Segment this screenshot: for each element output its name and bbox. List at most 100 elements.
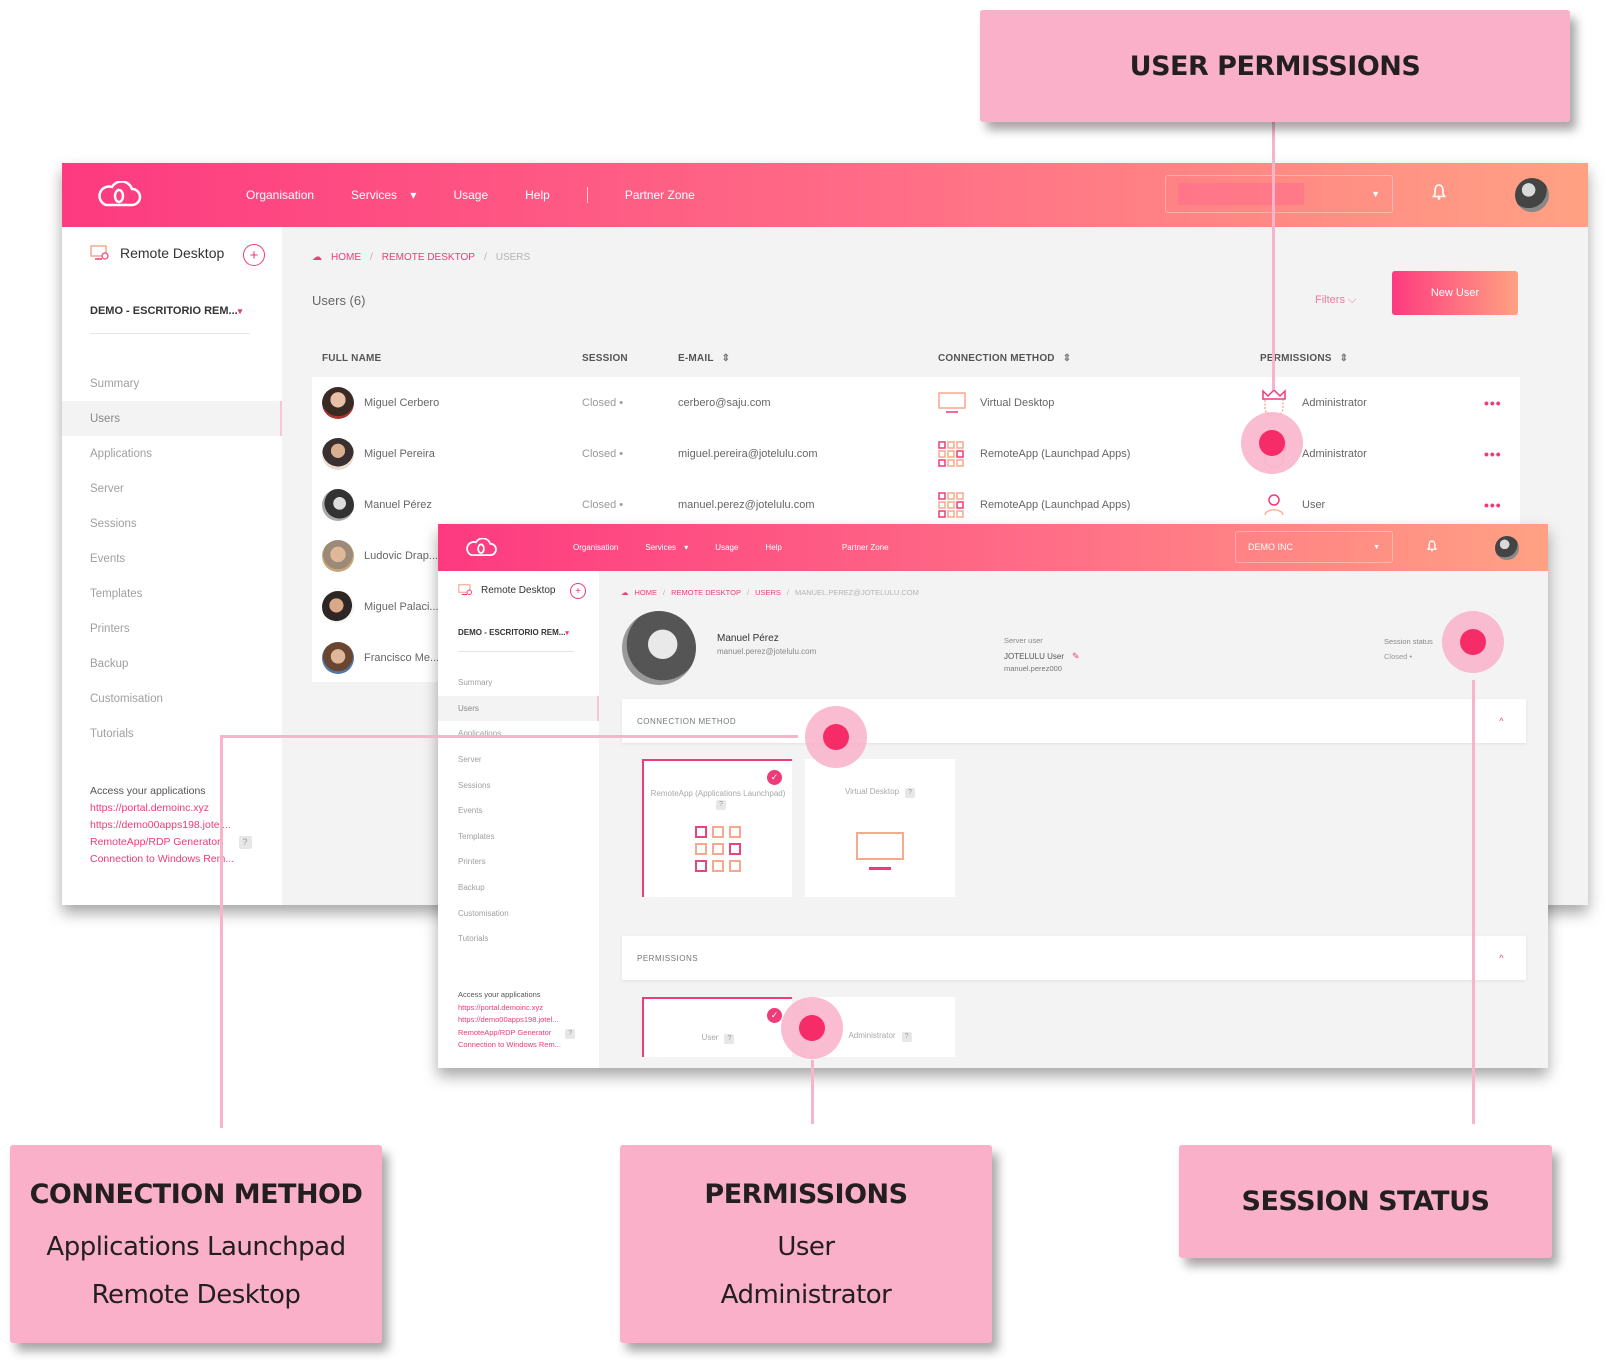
sidebar-item-tutorials[interactable]: Tutorials (438, 926, 599, 952)
permission-option-user[interactable]: ✓ User? (642, 997, 792, 1057)
project-selector[interactable]: DEMO - ESCRITORIO REM...▾ (458, 628, 569, 637)
table-row[interactable]: Miguel Cerbero Closed • cerbero@saju.com… (312, 377, 1520, 428)
nav-usage[interactable]: Usage (453, 188, 488, 202)
nav-services[interactable]: Services ▾ (351, 188, 416, 202)
sidebar-item-events[interactable]: Events (62, 541, 282, 576)
add-service-button[interactable]: + (570, 583, 586, 599)
help-icon[interactable]: ? (724, 1034, 735, 1044)
breadcrumb-separator: / (663, 588, 666, 597)
connection-option-virtual-desktop[interactable]: Virtual Desktop? (805, 759, 955, 897)
sidebar-item-templates[interactable]: Templates (438, 824, 599, 850)
add-service-button[interactable]: + (243, 244, 265, 266)
help-icon[interactable]: ? (565, 1028, 576, 1039)
avatar (322, 386, 354, 419)
connection-option-remoteapp[interactable]: ✓ RemoteApp (Applications Launchpad)? (642, 759, 792, 897)
breadcrumb-users: USERS (495, 252, 531, 263)
nav-partner-zone[interactable]: Partner Zone (625, 188, 695, 202)
callout-session-status: SESSION STATUS (1179, 1145, 1552, 1258)
option-label-text: Administrator (848, 1031, 896, 1040)
apps-link[interactable]: https://demo00apps198.jotel... (90, 817, 280, 834)
rdp-generator-link[interactable]: RemoteApp/RDP Generator (458, 1028, 551, 1037)
new-user-button[interactable]: New User (1392, 271, 1518, 315)
nav-help[interactable]: Help (765, 543, 781, 552)
callout-line: Administrator (720, 1279, 892, 1310)
bell-icon[interactable] (1432, 184, 1446, 205)
more-options-icon[interactable]: ••• (1484, 446, 1502, 462)
connection-method: Virtual Desktop (980, 396, 1055, 409)
more-options-icon[interactable]: ••• (1484, 497, 1502, 513)
nav-services-label: Services (645, 543, 677, 552)
sidebar-item-server[interactable]: Server (62, 471, 282, 506)
column-header-connection-method[interactable]: CONNECTION METHOD ⇕ (938, 353, 1071, 364)
user-avatar[interactable] (1515, 178, 1549, 212)
sidebar-item-users[interactable]: Users (62, 401, 282, 436)
nav-usage[interactable]: Usage (715, 543, 738, 552)
breadcrumb-home[interactable]: HOME (331, 252, 361, 263)
breadcrumb-remote-desktop[interactable]: REMOTE DESKTOP (382, 252, 475, 263)
sidebar-item-users[interactable]: Users (438, 695, 599, 722)
breadcrumb-remote-desktop[interactable]: REMOTE DESKTOP (671, 588, 741, 597)
sidebar-item-customisation[interactable]: Customisation (62, 681, 282, 716)
table-row[interactable]: Manuel Pérez Closed • manuel.perez@jotel… (312, 479, 1520, 530)
nav-help[interactable]: Help (525, 188, 550, 202)
user-name: Miguel Pereira (364, 447, 435, 460)
sidebar-item-tutorials[interactable]: Tutorials (62, 716, 282, 751)
chevron-up-icon[interactable]: ^ (1499, 716, 1504, 726)
nav-services[interactable]: Services ▾ (645, 543, 688, 552)
cloud-logo-icon[interactable] (96, 181, 142, 209)
nav-organisation[interactable]: Organisation (246, 188, 314, 202)
help-icon[interactable]: ? (238, 836, 252, 849)
remote-desktop-icon (458, 584, 472, 596)
table-row[interactable]: Miguel Pereira Closed • miguel.pereira@j… (312, 428, 1520, 479)
sidebar-item-sessions[interactable]: Sessions (62, 506, 282, 541)
organisation-select[interactable]: DEMO INC ▼ (1235, 531, 1393, 563)
sidebar-item-printers[interactable]: Printers (62, 611, 282, 646)
portal-link[interactable]: https://portal.demoinc.xyz (458, 1002, 593, 1015)
column-header-full-name[interactable]: FULL NAME (322, 353, 381, 364)
avatar (322, 590, 354, 623)
column-header-email[interactable]: E-MAIL ⇕ (678, 353, 730, 364)
organisation-select[interactable]: ▼ (1165, 175, 1393, 213)
sidebar-item-customisation[interactable]: Customisation (438, 900, 599, 926)
breadcrumb-separator: / (786, 588, 789, 597)
user-avatar[interactable] (1495, 536, 1519, 560)
callout-title: CONNECTION METHOD (29, 1178, 363, 1210)
column-header-session[interactable]: SESSION (582, 353, 628, 364)
breadcrumb-home[interactable]: HOME (635, 588, 658, 597)
permissions-section[interactable]: PERMISSIONS ^ (622, 936, 1526, 980)
help-icon[interactable]: ? (905, 788, 916, 798)
apps-link[interactable]: https://demo00apps198.jotel... (458, 1014, 593, 1027)
page-title: Users (6) (312, 293, 366, 308)
help-icon[interactable]: ? (716, 800, 726, 810)
sidebar-item-applications[interactable]: Applications (62, 436, 282, 471)
chevron-up-icon[interactable]: ^ (1499, 953, 1504, 963)
sidebar-item-backup[interactable]: Backup (438, 875, 599, 901)
edit-icon[interactable]: ✎ (1072, 651, 1080, 662)
sidebar-item-summary[interactable]: Summary (438, 670, 599, 696)
callout-permissions: PERMISSIONS User Administrator (620, 1145, 992, 1343)
help-icon[interactable]: ? (901, 1032, 912, 1042)
sidebar-item-backup[interactable]: Backup (62, 646, 282, 681)
sidebar-item-sessions[interactable]: Sessions (438, 772, 599, 798)
sidebar-item-templates[interactable]: Templates (62, 576, 282, 611)
project-selector[interactable]: DEMO - ESCRITORIO REM...▾ (90, 305, 242, 317)
sidebar-item-server[interactable]: Server (438, 747, 599, 773)
sidebar-item-summary[interactable]: Summary (62, 366, 282, 401)
rdp-generator-link[interactable]: RemoteApp/RDP Generator (90, 836, 221, 848)
more-options-icon[interactable]: ••• (1484, 395, 1502, 411)
chevron-down-icon: ▾ (410, 188, 417, 202)
portal-link[interactable]: https://portal.demoinc.xyz (90, 800, 280, 817)
header-label: E-MAIL (678, 353, 714, 364)
nav-organisation[interactable]: Organisation (573, 543, 618, 552)
sidebar-item-printers[interactable]: Printers (438, 849, 599, 875)
windows-connection-link[interactable]: Connection to Windows Rem... (458, 1039, 593, 1052)
nav-partner-zone[interactable]: Partner Zone (842, 543, 889, 552)
windows-connection-link[interactable]: Connection to Windows Rem... (90, 851, 280, 868)
sidebar-item-applications[interactable]: Applications (438, 721, 599, 747)
filters-dropdown[interactable]: Filters ⌵ (1315, 294, 1356, 307)
cloud-logo-icon[interactable] (464, 538, 498, 558)
sidebar-item-events[interactable]: Events (438, 798, 599, 824)
breadcrumb-users[interactable]: USERS (755, 588, 781, 597)
permission-level: Administrator (1302, 447, 1367, 460)
bell-icon[interactable] (1426, 540, 1438, 555)
